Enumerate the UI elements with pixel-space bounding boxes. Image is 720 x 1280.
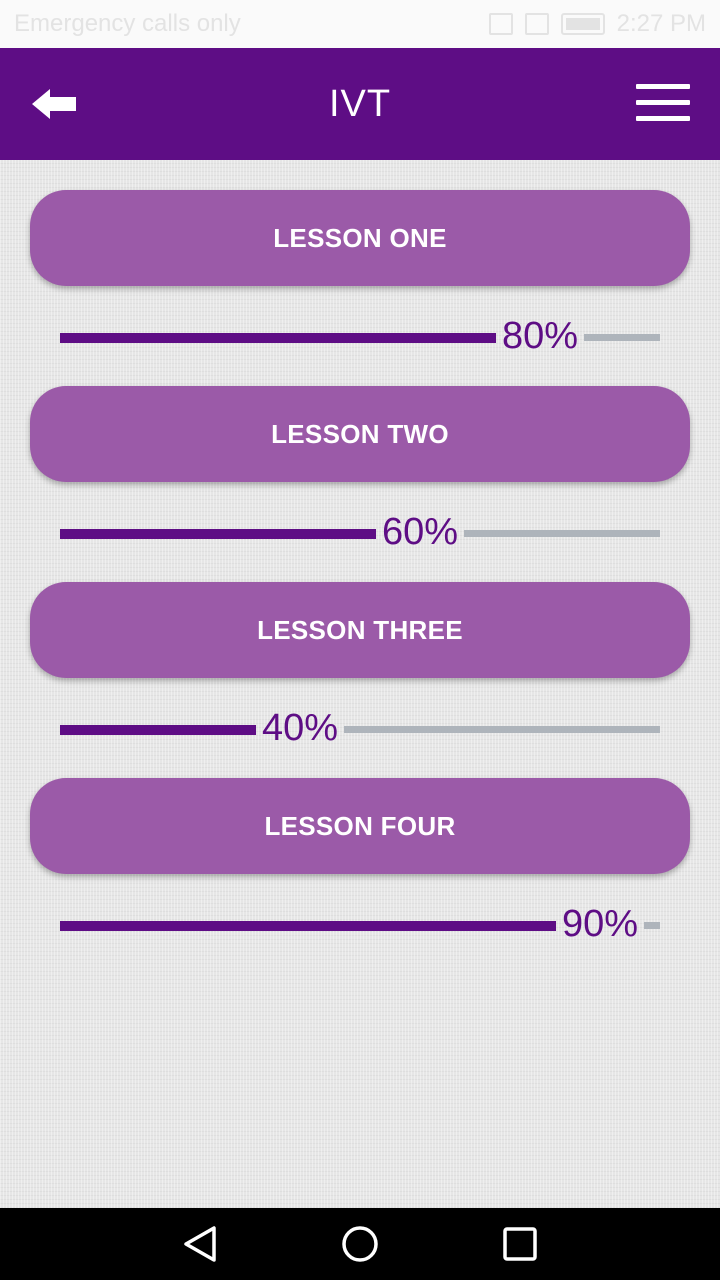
back-arrow-icon [32, 89, 76, 119]
lesson-two-progress: 60% [60, 509, 660, 555]
lesson-one-button[interactable]: LESSON ONE [30, 190, 690, 286]
sim-icon [488, 13, 513, 35]
progress-fill [60, 333, 496, 343]
nav-home-button[interactable] [340, 1224, 380, 1264]
nav-back-icon [184, 1226, 216, 1262]
progress-track [344, 726, 660, 733]
lesson-three-button[interactable]: LESSON THREE [30, 582, 690, 678]
lesson-one-progress: 80% [60, 313, 660, 359]
lesson-three-progress: 40% [60, 705, 660, 751]
progress-fill [60, 921, 556, 931]
progress-fill [60, 725, 256, 735]
navigation-bar [0, 1208, 720, 1280]
nav-back-button[interactable] [180, 1224, 220, 1264]
hamburger-menu-icon [636, 84, 692, 124]
battery-icon [560, 13, 605, 35]
progress-fill [60, 529, 376, 539]
menu-button[interactable] [636, 84, 692, 124]
page-title: IVT [328, 83, 392, 125]
lesson-two-button[interactable]: LESSON TWO [30, 386, 690, 482]
progress-percent: 80% [502, 315, 579, 357]
progress-percent: 40% [262, 707, 339, 749]
progress-track [644, 922, 660, 929]
status-time: 2:27 PM [616, 10, 706, 37]
lesson-four-progress: 90% [60, 901, 660, 947]
lesson-list: LESSON ONE 80% LESSON TWO 60% LESSON THR… [0, 160, 720, 1208]
status-icons: 2:27 PM [488, 10, 706, 38]
progress-track [584, 334, 660, 341]
nav-home-icon [342, 1226, 378, 1262]
carrier-text: Emergency calls only [14, 10, 241, 37]
app-bar: IVT [0, 48, 720, 160]
progress-percent: 90% [562, 903, 639, 945]
progress-percent: 60% [382, 511, 459, 553]
status-bar: Emergency calls only 2:27 PM [0, 0, 720, 48]
back-button[interactable] [30, 86, 80, 122]
nav-recents-icon [503, 1227, 537, 1261]
sim-icon-2 [524, 13, 549, 35]
progress-track [464, 530, 660, 537]
lesson-four-button[interactable]: LESSON FOUR [30, 778, 690, 874]
nav-recents-button[interactable] [500, 1224, 540, 1264]
